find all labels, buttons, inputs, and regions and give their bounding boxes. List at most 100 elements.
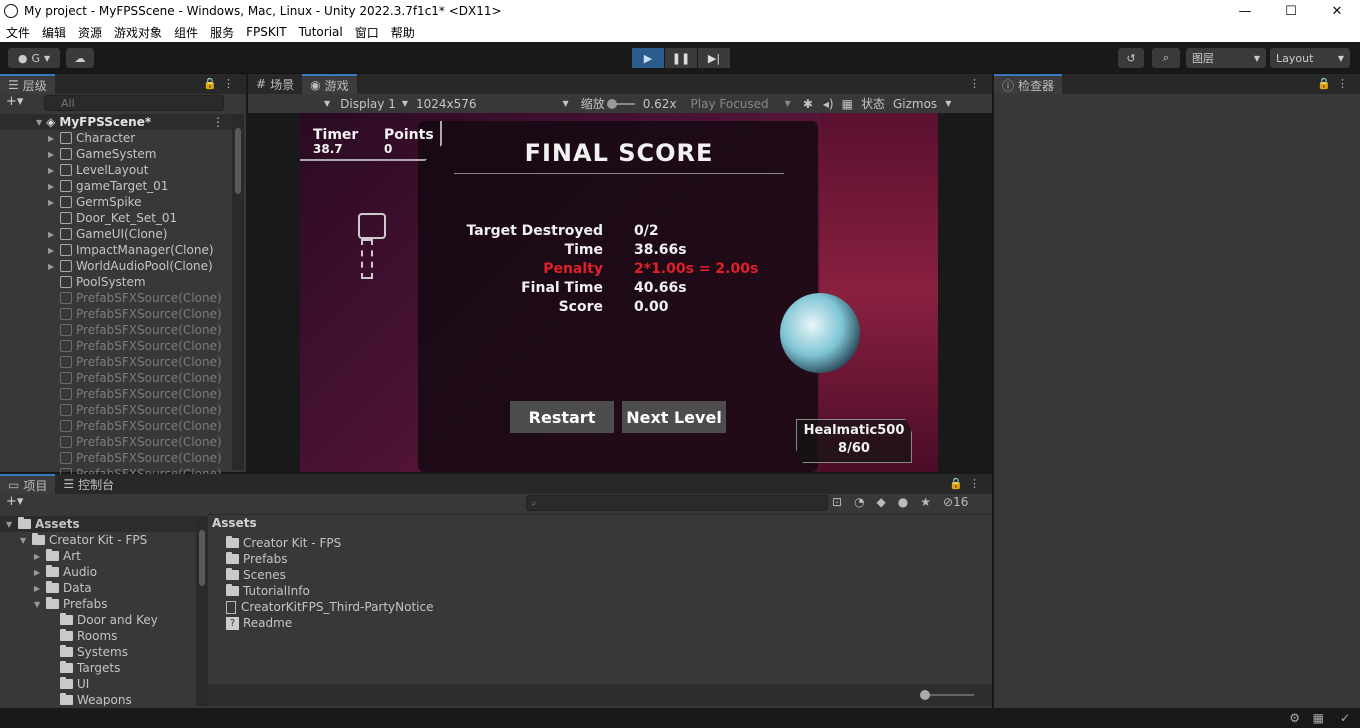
expand-arrow-icon[interactable]: ▶ bbox=[48, 230, 58, 239]
hierarchy-item[interactable]: PrefabSFXSource(Clone) bbox=[0, 402, 232, 418]
project-tree-scrollbar[interactable] bbox=[196, 516, 208, 706]
hierarchy-item[interactable]: PrefabSFXSource(Clone) bbox=[0, 370, 232, 386]
hierarchy-item[interactable]: PrefabSFXSource(Clone) bbox=[0, 306, 232, 322]
hidden-eye-icon[interactable]: ⊘16 bbox=[943, 495, 968, 509]
project-tree-item[interactable]: ▶ Art bbox=[0, 548, 196, 564]
expand-arrow-icon[interactable]: ▼ bbox=[20, 536, 30, 545]
scale-slider[interactable] bbox=[606, 98, 635, 109]
project-tree-item[interactable]: ▼ Creator Kit - FPS bbox=[0, 532, 196, 548]
game-render[interactable]: Timer 38.7 Points 0 FINAL SCORE Target D… bbox=[300, 113, 938, 472]
tab-console[interactable]: ☰ 控制台 bbox=[55, 474, 122, 494]
hierarchy-item[interactable]: PrefabSFXSource(Clone) bbox=[0, 386, 232, 402]
type-filter-icon[interactable]: ◔ bbox=[854, 495, 864, 509]
project-tree-item[interactable]: ▼ Assets bbox=[0, 516, 196, 532]
project-tree-item[interactable]: ▶ Data bbox=[0, 580, 196, 596]
expand-arrow-icon[interactable]: ▶ bbox=[34, 568, 44, 577]
bug-icon[interactable]: ✱ bbox=[803, 97, 813, 111]
hierarchy-item[interactable]: PrefabSFXSource(Clone) bbox=[0, 450, 232, 466]
expand-arrow-icon[interactable]: ▶ bbox=[48, 166, 58, 175]
tab-scene[interactable]: # 场景 bbox=[248, 74, 302, 94]
tab-inspector[interactable]: ⓘ 检查器 bbox=[994, 74, 1063, 94]
search-button[interactable]: ⌕ bbox=[1152, 48, 1180, 68]
project-tree-item[interactable]: Targets bbox=[0, 660, 196, 676]
zoom-slider-handle[interactable] bbox=[920, 690, 930, 700]
play-button[interactable]: ▶ bbox=[632, 48, 664, 68]
resolution-dropdown[interactable]: 1024x576 bbox=[416, 97, 477, 111]
hierarchy-item[interactable]: ▶ gameTarget_01 bbox=[0, 178, 232, 194]
hierarchy-item[interactable]: PrefabSFXSource(Clone) bbox=[0, 322, 232, 338]
expand-arrow-icon[interactable]: ▶ bbox=[48, 134, 58, 143]
close-button[interactable]: ✕ bbox=[1314, 0, 1360, 22]
panel-menu-icons[interactable]: 🔒⋮ bbox=[949, 477, 986, 490]
expand-arrow-icon[interactable]: ▶ bbox=[48, 150, 58, 159]
search-filter-icon[interactable]: ⊡ bbox=[832, 495, 842, 509]
panel-menu-icons[interactable]: 🔒⋮ bbox=[203, 77, 240, 90]
asset-item[interactable]: Prefabs bbox=[226, 551, 608, 567]
hierarchy-item[interactable]: PrefabSFXSource(Clone) bbox=[0, 434, 232, 450]
gizmos-button[interactable]: Gizmos bbox=[893, 97, 937, 111]
label-filter-icon[interactable]: ◆ bbox=[877, 495, 886, 509]
hierarchy-item[interactable]: PoolSystem bbox=[0, 274, 232, 290]
scene-menu-icon[interactable]: ⋮ bbox=[212, 115, 224, 129]
account-dropdown[interactable]: ● G ▼ bbox=[8, 48, 60, 68]
asset-item[interactable]: TutorialInfo bbox=[226, 583, 608, 599]
menu-assets[interactable]: 资源 bbox=[78, 24, 102, 41]
layout-dropdown[interactable]: Layout ▼ bbox=[1270, 48, 1350, 68]
project-scroll-thumb[interactable] bbox=[199, 530, 205, 586]
keyboard-icon[interactable]: ▦ bbox=[842, 97, 853, 111]
menu-component[interactable]: 组件 bbox=[174, 24, 198, 41]
hierarchy-item[interactable]: PrefabSFXSource(Clone) bbox=[0, 338, 232, 354]
add-object-button[interactable]: +▾ bbox=[6, 94, 23, 109]
warning-filter-icon[interactable]: ● bbox=[898, 495, 908, 509]
project-tree-item[interactable]: Rooms bbox=[0, 628, 196, 644]
hierarchy-item[interactable]: ▶ GameSystem bbox=[0, 146, 232, 162]
tab-hierarchy[interactable]: ☰ 层级 bbox=[0, 74, 55, 94]
next-level-button[interactable]: Next Level bbox=[622, 401, 726, 433]
hierarchy-item[interactable]: ▶ GermSpike bbox=[0, 194, 232, 210]
check-icon[interactable]: ✓ bbox=[1340, 711, 1350, 725]
project-tree-item[interactable]: UI bbox=[0, 676, 196, 692]
expand-arrow-icon[interactable]: ▶ bbox=[34, 552, 44, 561]
hierarchy-scroll-thumb[interactable] bbox=[235, 128, 241, 194]
expand-arrow-icon[interactable]: ▶ bbox=[48, 246, 58, 255]
scene-row[interactable]: ▼ ◈ MyFPSScene* ⋮ bbox=[0, 114, 232, 130]
expand-arrow-icon[interactable]: ▶ bbox=[48, 262, 58, 271]
create-asset-button[interactable]: +▾ bbox=[6, 494, 23, 509]
tab-game[interactable]: ◉ 游戏 bbox=[302, 74, 357, 94]
expand-arrow-icon[interactable]: ▼ bbox=[6, 520, 16, 529]
breadcrumb[interactable]: Assets bbox=[212, 516, 257, 530]
project-search-input[interactable]: ⌕ bbox=[526, 495, 828, 511]
hierarchy-item[interactable]: PrefabSFXSource(Clone) bbox=[0, 290, 232, 306]
step-button[interactable]: ▶| bbox=[698, 48, 730, 68]
hierarchy-item[interactable]: PrefabSFXSource(Clone) bbox=[0, 418, 232, 434]
project-tree-item[interactable]: Weapons bbox=[0, 692, 196, 706]
hierarchy-item[interactable]: ▶ Character bbox=[0, 130, 232, 146]
history-button[interactable]: ↺ bbox=[1118, 48, 1144, 68]
asset-item[interactable]: Scenes bbox=[226, 567, 608, 583]
display-dropdown[interactable]: Display 1 bbox=[340, 97, 396, 111]
expand-arrow-icon[interactable]: ▶ bbox=[48, 198, 58, 207]
menu-edit[interactable]: 编辑 bbox=[42, 24, 66, 41]
menu-file[interactable]: 文件 bbox=[6, 24, 30, 41]
menu-gameobject[interactable]: 游戏对象 bbox=[114, 24, 162, 41]
project-tree-item[interactable]: ▶ Audio bbox=[0, 564, 196, 580]
expand-arrow-icon[interactable]: ▶ bbox=[48, 182, 58, 191]
zoom-slider[interactable] bbox=[920, 690, 974, 700]
scene-icon[interactable]: ▦ bbox=[1313, 711, 1324, 725]
play-mode-dropdown[interactable]: Play Focused bbox=[691, 97, 769, 111]
hierarchy-item[interactable]: ▶ WorldAudioPool(Clone) bbox=[0, 258, 232, 274]
audio-icon[interactable]: ◂) bbox=[823, 97, 834, 111]
expand-arrow-icon[interactable]: ▼ bbox=[34, 600, 44, 609]
minimize-button[interactable]: — bbox=[1222, 0, 1268, 22]
layers-dropdown[interactable]: 图层 ▼ bbox=[1186, 48, 1266, 68]
expand-arrow-icon[interactable]: ▶ bbox=[34, 584, 44, 593]
menu-fpskit[interactable]: FPSKIT bbox=[246, 25, 287, 39]
hierarchy-item[interactable]: ▶ LevelLayout bbox=[0, 162, 232, 178]
menu-services[interactable]: 服务 bbox=[210, 24, 234, 41]
chevron-down-icon[interactable]: ▼ bbox=[945, 99, 951, 108]
maximize-button[interactable]: ☐ bbox=[1268, 0, 1314, 22]
pause-button[interactable]: ❚❚ bbox=[665, 48, 697, 68]
cloud-button[interactable]: ☁ bbox=[66, 48, 94, 68]
project-tree-item[interactable]: Door and Key bbox=[0, 612, 196, 628]
chevron-down-icon[interactable]: ▼ bbox=[324, 99, 330, 108]
